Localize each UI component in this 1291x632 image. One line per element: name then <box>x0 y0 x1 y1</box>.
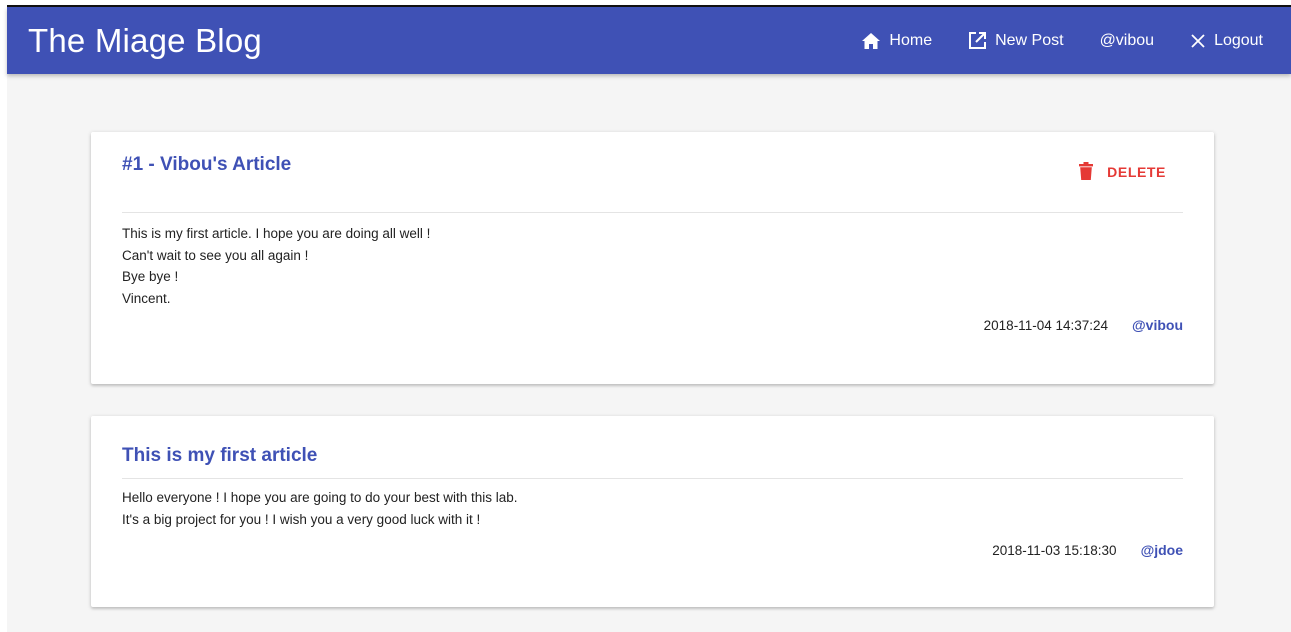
main-content: #1 - Vibou's Article DELETE This is my f… <box>7 74 1291 632</box>
post-title[interactable]: #1 - Vibou's Article <box>122 154 291 176</box>
post-date: 2018-11-04 14:37:24 <box>983 317 1109 333</box>
post-card: #1 - Vibou's Article DELETE This is my f… <box>91 132 1214 384</box>
post-header: #1 - Vibou's Article DELETE <box>122 132 1183 213</box>
nav-home-label: Home <box>889 31 933 49</box>
post-body-line: This is my first article. I hope you are… <box>122 226 431 241</box>
delete-label: DELETE <box>1107 164 1166 180</box>
nav-new-post-label: New Post <box>995 31 1064 49</box>
open-in-new-icon <box>968 31 987 50</box>
post-footer: 2018-11-03 15:18:30 @jdoe <box>122 542 1183 558</box>
post-body: Hello everyone ! I hope you are going to… <box>122 487 1183 530</box>
window-edge <box>0 0 7 632</box>
post-card: This is my first article Hello everyone … <box>91 416 1214 607</box>
close-icon <box>1190 33 1206 49</box>
app-title[interactable]: The Miage Blog <box>28 22 262 60</box>
post-body-line: Hello everyone ! I hope you are going to… <box>122 490 518 505</box>
app-bar: The Miage Blog Home New Post @vibou Logo… <box>7 7 1291 74</box>
post-body: This is my first article. I hope you are… <box>122 223 1183 309</box>
post-author-link[interactable]: @jdoe <box>1141 542 1183 558</box>
post-date: 2018-11-03 15:18:30 <box>992 542 1117 558</box>
nav-user-label: @vibou <box>1099 31 1155 49</box>
nav-user-link[interactable]: @vibou <box>1100 32 1155 50</box>
main-nav: Home New Post @vibou Logout <box>861 31 1270 50</box>
window-top-edge <box>7 0 1291 7</box>
post-header: This is my first article <box>122 416 1183 479</box>
post-title[interactable]: This is my first article <box>122 445 317 467</box>
post-body-line: Bye bye ! <box>122 269 179 284</box>
home-icon <box>861 32 881 50</box>
post-author-link[interactable]: @vibou <box>1132 317 1183 333</box>
nav-logout-link[interactable]: Logout <box>1190 32 1263 50</box>
nav-new-post-link[interactable]: New Post <box>968 31 1064 50</box>
nav-logout-label: Logout <box>1214 31 1263 49</box>
post-body-line: Can't wait to see you all again ! <box>122 247 309 263</box>
post-body-line: Vincent. <box>122 290 171 306</box>
trash-icon <box>1079 161 1094 183</box>
post-body-line: It's a big project for you ! I wish you … <box>122 511 481 527</box>
nav-home-link[interactable]: Home <box>861 32 932 50</box>
post-footer: 2018-11-04 14:37:24 @vibou <box>122 317 1183 333</box>
delete-button[interactable]: DELETE <box>1079 161 1166 183</box>
